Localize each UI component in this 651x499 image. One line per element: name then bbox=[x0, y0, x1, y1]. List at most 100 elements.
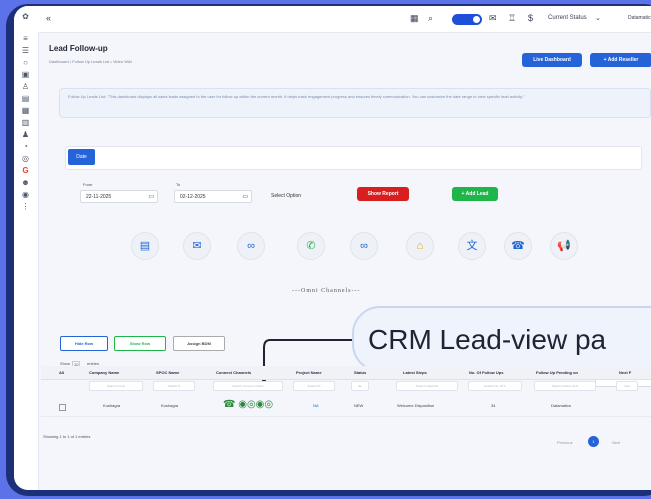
top-bar: « ▦ ⌕ ✉ ♖ $ Current Status ⌄ Datamatics bbox=[38, 6, 651, 33]
current-status-dropdown[interactable]: Current Status bbox=[548, 13, 587, 24]
sidebar: ✿ ≡ ☰ ○ ▣ ♙ ▤ ▦ ▥ ♟ ◔ ◎ G ☻ ◉ ⋮ bbox=[14, 6, 39, 490]
callout-bubble: CRM Lead-view pa bbox=[352, 306, 651, 372]
filter-followups[interactable]: Search No. Of F bbox=[468, 381, 522, 391]
select-option-label: Select Option bbox=[271, 193, 302, 199]
phone-icon[interactable]: ☎ bbox=[504, 232, 532, 260]
filter-next[interactable]: Sea bbox=[616, 381, 638, 391]
header-project[interactable]: Project Name bbox=[296, 366, 322, 379]
filter-channels[interactable]: Search Connect Chann bbox=[213, 381, 283, 391]
filter-pending[interactable]: Search Follow Up P bbox=[534, 381, 596, 391]
more-icon[interactable]: ⋮ bbox=[20, 202, 31, 211]
cell-company: Kushagra bbox=[103, 403, 121, 408]
header-all[interactable]: All bbox=[59, 366, 64, 379]
calendar-icon[interactable]: ▭ bbox=[242, 191, 248, 204]
crm-icon[interactable]: ⌂ bbox=[406, 232, 434, 260]
google-icon[interactable]: G bbox=[20, 166, 31, 175]
search-icon[interactable]: ○ bbox=[20, 58, 31, 67]
cell-steps: Welcome Disposition bbox=[397, 403, 435, 408]
chevron-down-icon[interactable]: ⌄ bbox=[595, 13, 601, 24]
help-icon[interactable]: ♖ bbox=[508, 13, 516, 24]
header-channels[interactable]: Connect Channels bbox=[216, 366, 251, 379]
from-date-field[interactable]: 22-11-2025 ▭ bbox=[80, 190, 158, 203]
filter-steps[interactable]: Search Latest St bbox=[396, 381, 458, 391]
filter-project[interactable]: Search Pr bbox=[293, 381, 335, 391]
add-lead-button[interactable]: + Add Lead bbox=[452, 187, 498, 201]
mail-icon[interactable]: ✉ bbox=[489, 13, 497, 24]
filter-company[interactable]: Search Comp bbox=[89, 381, 143, 391]
table-header: All Company Name SPOC Name Connect Chann… bbox=[41, 366, 651, 380]
cell-spoc: Kushagra bbox=[161, 403, 179, 408]
add-reseller-button[interactable]: + Add Reseller bbox=[590, 53, 651, 67]
from-label: From bbox=[83, 182, 93, 187]
main-content: Lead Follow-up Dashboard • Follow Up Lea… bbox=[42, 36, 651, 490]
currency-icon[interactable]: $ bbox=[528, 13, 533, 24]
cell-status: NEW bbox=[354, 403, 364, 408]
page-title: Lead Follow-up bbox=[49, 44, 108, 53]
document-icon[interactable]: ▤ bbox=[20, 94, 31, 103]
calendar-icon[interactable]: ▭ bbox=[148, 191, 154, 204]
breadcrumb[interactable]: Dashboard • Follow Up Leads List • Video… bbox=[49, 59, 132, 64]
chat-icon[interactable]: ▤ bbox=[131, 232, 159, 260]
table-row[interactable]: Kushagra Kushagra ☎ ◉◎◉◎ NA NEW Welcome … bbox=[41, 398, 651, 417]
header-next[interactable]: Next F bbox=[619, 366, 631, 379]
cell-channels[interactable]: ☎ ◉◎◉◎ bbox=[223, 399, 273, 410]
tab-date[interactable]: Date bbox=[68, 149, 95, 165]
header-company[interactable]: Company Name bbox=[89, 366, 119, 379]
email-icon[interactable]: ✉ bbox=[183, 232, 211, 260]
to-date-value: 02-12-2025 bbox=[180, 194, 206, 200]
brand-logo: Datamatics bbox=[628, 15, 651, 21]
apps-icon[interactable]: ▦ bbox=[410, 13, 419, 24]
notice-text: Follow Up Leads List: "This dashboard di… bbox=[68, 94, 525, 99]
assign-bdm-button[interactable]: Assign BDM bbox=[173, 336, 225, 351]
cell-pending: Datamatics bbox=[551, 403, 572, 408]
bell-icon[interactable]: ◔ bbox=[20, 142, 31, 151]
header-followups[interactable]: No. Of Follow Ups bbox=[469, 366, 503, 379]
hide-row-button[interactable]: Hide Row bbox=[60, 336, 108, 351]
live-dashboard-button[interactable]: Live Dashboard bbox=[522, 53, 582, 67]
header-spoc[interactable]: SPOC Name bbox=[156, 366, 179, 379]
next-button[interactable]: Next bbox=[612, 440, 620, 445]
search-top-icon[interactable]: ⌕ bbox=[428, 13, 433, 24]
table-info: Showing 1 to 1 of 1 entries bbox=[43, 434, 91, 439]
filter-row: Search Comp Search S Search Connect Chan… bbox=[41, 380, 651, 391]
filter-tabs: Date bbox=[65, 146, 642, 170]
callout-text: CRM Lead-view pa bbox=[368, 324, 607, 355]
status-toggle[interactable] bbox=[452, 14, 482, 25]
user-icon[interactable]: ▣ bbox=[20, 70, 31, 79]
from-date-value: 22-11-2025 bbox=[86, 194, 112, 200]
header-status[interactable]: Status bbox=[354, 366, 366, 379]
app-screen: ✿ ≡ ☰ ○ ▣ ♙ ▤ ▦ ▥ ♟ ◔ ◎ G ☻ ◉ ⋮ « ▦ ⌕ ✉ … bbox=[14, 6, 651, 490]
meta-icon[interactable]: ∞ bbox=[237, 232, 265, 260]
collapse-icon[interactable]: « bbox=[46, 13, 51, 24]
cell-project[interactable]: NA bbox=[313, 403, 319, 408]
cell-followups: 34 bbox=[491, 403, 496, 408]
header-steps[interactable]: Latest Steps bbox=[403, 366, 427, 379]
translate-icon[interactable]: 文 bbox=[458, 232, 486, 260]
people-icon[interactable]: ♟ bbox=[20, 130, 31, 139]
to-label: To bbox=[176, 182, 181, 187]
menu-icon[interactable]: ≡ bbox=[20, 34, 31, 43]
globe-icon[interactable]: ◉ bbox=[20, 190, 31, 199]
filter-status[interactable]: Se bbox=[351, 381, 369, 391]
person-icon[interactable]: ♙ bbox=[20, 82, 31, 91]
show-report-button[interactable]: Show Report bbox=[357, 187, 409, 201]
select-option-dropdown[interactable]: Select Option bbox=[266, 190, 340, 203]
grid-icon[interactable]: ▦ bbox=[20, 106, 31, 115]
bot-icon[interactable]: ☻ bbox=[20, 178, 31, 187]
announce-icon[interactable]: 📢 bbox=[550, 232, 578, 260]
logo-icon[interactable]: ✿ bbox=[20, 12, 31, 21]
row-checkbox[interactable] bbox=[59, 404, 66, 411]
list-icon[interactable]: ☰ bbox=[20, 46, 31, 55]
whatsapp-icon[interactable]: ✆ bbox=[297, 232, 325, 260]
filter-spoc[interactable]: Search S bbox=[153, 381, 195, 391]
chart-icon[interactable]: ▥ bbox=[20, 118, 31, 127]
to-date-field[interactable]: 02-12-2025 ▭ bbox=[174, 190, 252, 203]
omni-channels-label: ---Omni Channels--- bbox=[292, 288, 361, 294]
info-notice: Follow Up Leads List: "This dashboard di… bbox=[59, 88, 651, 118]
meta-ads-icon[interactable]: ∞ bbox=[350, 232, 378, 260]
page-1-button[interactable]: 1 bbox=[588, 436, 599, 447]
settings-icon[interactable]: ◎ bbox=[20, 154, 31, 163]
header-pending[interactable]: Follow Up Pending on bbox=[536, 366, 578, 379]
show-row-button[interactable]: Show Row bbox=[114, 336, 166, 351]
prev-button[interactable]: Previous bbox=[557, 440, 573, 445]
